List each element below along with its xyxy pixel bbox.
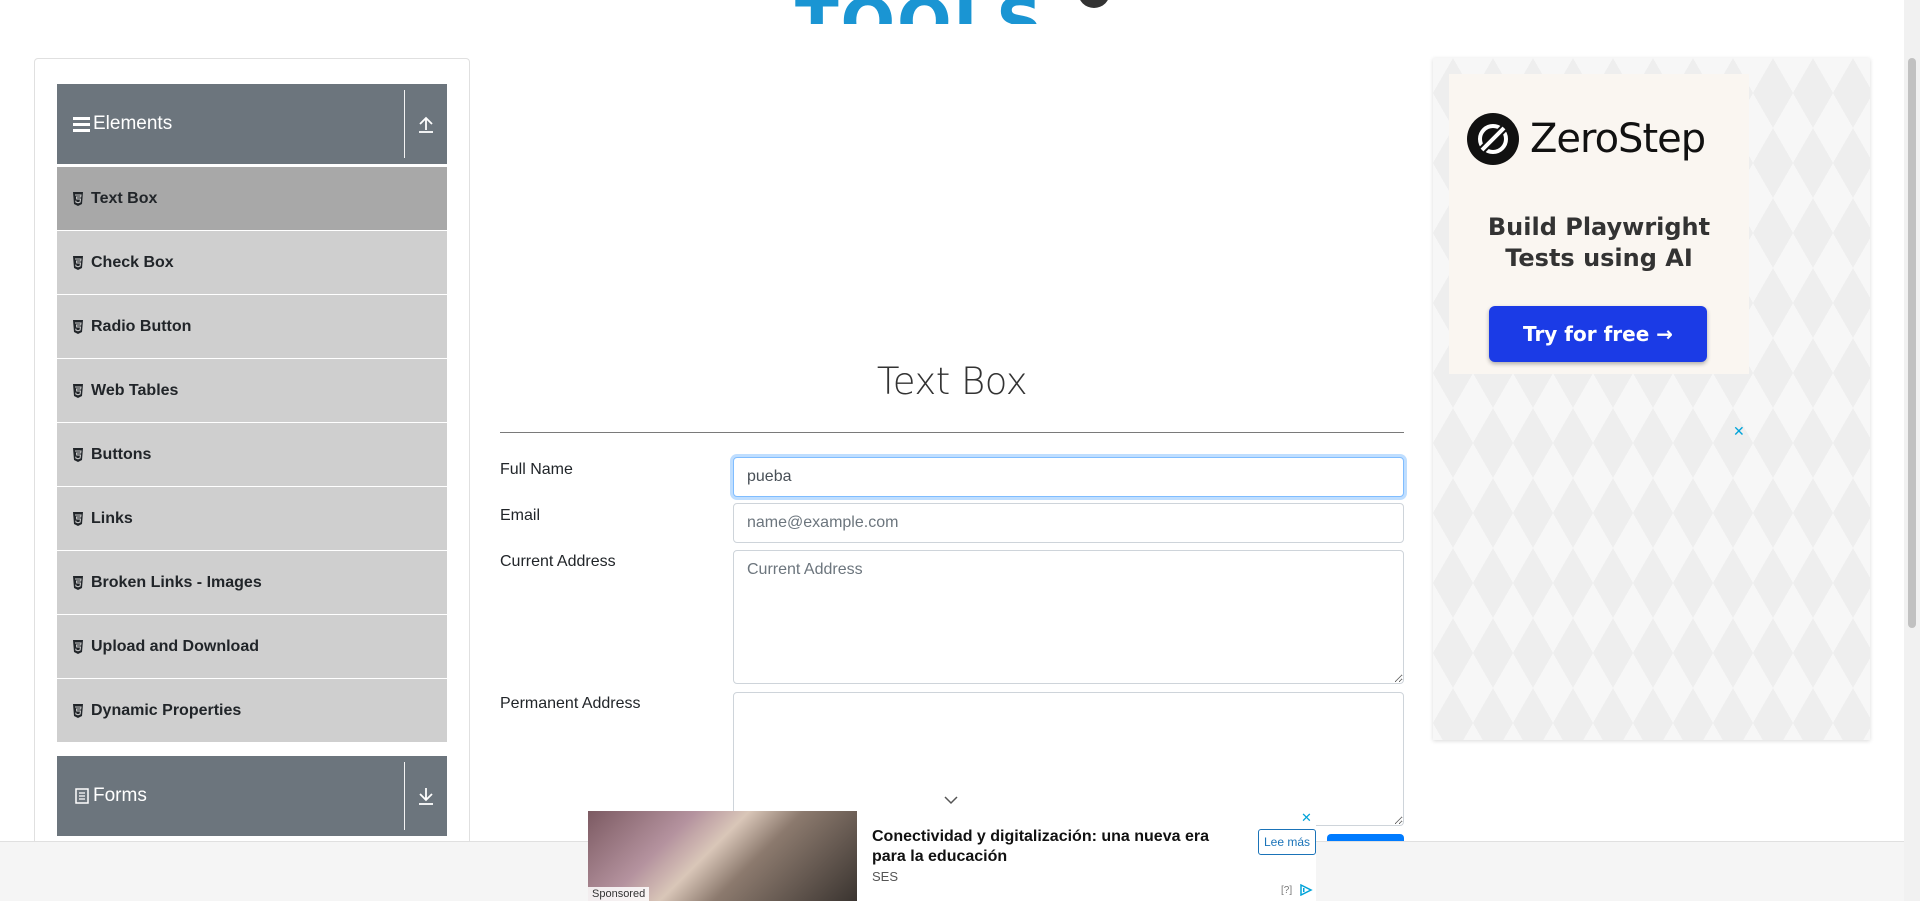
forms-group-title: Forms	[93, 785, 147, 806]
collapse-up-icon[interactable]	[415, 112, 437, 136]
scrollbar-thumb[interactable]	[1908, 58, 1916, 628]
forms-group-header[interactable]: Forms	[57, 756, 447, 836]
sidebar-item-label: Check Box	[91, 253, 174, 271]
html5-icon	[73, 383, 83, 398]
hamburger-icon	[73, 115, 91, 133]
title-divider	[500, 432, 1404, 433]
html5-icon	[73, 575, 83, 590]
header-divider	[404, 90, 405, 158]
sidebar-item-label: Text Box	[91, 189, 158, 207]
html5-icon	[73, 511, 83, 526]
sidebar-item-label: Links	[91, 509, 133, 527]
html5-icon	[73, 255, 83, 270]
ad-headline: Build Playwright Tests using AI	[1449, 212, 1749, 274]
sponsored-label: Sponsored	[588, 887, 650, 901]
lee-mas-button[interactable]: Lee más	[1258, 829, 1316, 855]
sidebar-item-label: Buttons	[91, 445, 152, 463]
sidebar-item-text-box[interactable]: Text Box	[57, 167, 447, 231]
html5-icon	[73, 703, 83, 718]
sidebar-item-links[interactable]: Links	[57, 487, 447, 551]
html5-icon	[73, 447, 83, 462]
logo-wordmark: TOOLS	[795, 0, 1044, 24]
ad-photo: Sponsored	[588, 811, 857, 901]
zerostep-ad-card[interactable]: ZeroStep Build Playwright Tests using AI…	[1449, 74, 1749, 374]
sidebar-item-radio-button[interactable]: Radio Button	[57, 295, 447, 359]
current-address-textarea[interactable]	[733, 550, 1404, 684]
permanent-address-textarea[interactable]	[733, 692, 1404, 826]
html5-icon	[73, 639, 83, 654]
sidebar-item-broken-links[interactable]: Broken Links - Images	[57, 551, 447, 615]
zerostep-brand: ZeroStep	[1530, 116, 1706, 162]
sidebar-item-web-tables[interactable]: Web Tables	[57, 359, 447, 423]
ad-headline-line2: Tests using AI	[1505, 244, 1693, 272]
sidebar-item-label: Dynamic Properties	[91, 701, 242, 719]
html5-icon	[73, 191, 83, 206]
elements-group-header[interactable]: Elements	[57, 84, 447, 164]
bottom-advertisement[interactable]: Sponsored Conectividad y digitalización:…	[588, 811, 1316, 901]
right-advertisement[interactable]: ZeroStep Build Playwright Tests using AI…	[1433, 58, 1870, 740]
email-input[interactable]	[733, 503, 1404, 543]
gear-wrench-icon	[1080, 0, 1109, 8]
sidebar-item-dynamic-properties[interactable]: Dynamic Properties	[57, 679, 447, 743]
left-panel: Elements Text Box Check Box Radio Button	[34, 58, 470, 901]
ad-close-icon[interactable]: ✕	[1733, 424, 1745, 440]
sidebar-item-label: Web Tables	[91, 381, 179, 399]
expand-down-icon[interactable]	[415, 784, 437, 808]
full-name-input[interactable]	[733, 457, 1404, 497]
page: TOOLS Elements Text Box	[0, 0, 1920, 901]
site-logo[interactable]: TOOLS	[795, 0, 1164, 24]
adchoices-icon[interactable]	[1299, 884, 1313, 896]
ad-headline-line1: Build Playwright	[1487, 213, 1711, 241]
elements-menu: Text Box Check Box Radio Button Web Tabl…	[57, 167, 447, 743]
email-label: Email	[500, 507, 541, 524]
document-icon	[73, 787, 91, 805]
html5-icon	[73, 319, 83, 334]
sidebar-item-label: Broken Links - Images	[91, 573, 262, 591]
chevron-down-icon[interactable]	[943, 795, 959, 805]
try-for-free-button[interactable]: Try for free →	[1489, 306, 1707, 362]
sidebar-item-check-box[interactable]: Check Box	[57, 231, 447, 295]
header-divider	[404, 762, 405, 830]
ad-info-link[interactable]: [?]	[1281, 885, 1292, 896]
bottom-ad-advertiser: SES	[872, 869, 899, 884]
elements-group-title: Elements	[93, 113, 173, 134]
sidebar-item-label: Upload and Download	[91, 637, 259, 655]
page-scrollbar[interactable]	[1904, 0, 1920, 901]
current-address-label: Current Address	[500, 553, 616, 570]
sidebar-item-buttons[interactable]: Buttons	[57, 423, 447, 487]
bottom-ad-title[interactable]: Conectividad y digitalización: una nueva…	[872, 827, 1232, 867]
zerostep-logo-icon	[1467, 113, 1519, 165]
sidebar-item-upload-download[interactable]: Upload and Download	[57, 615, 447, 679]
sidebar-item-label: Radio Button	[91, 317, 192, 335]
full-name-label: Full Name	[500, 461, 573, 478]
bottom-ad-close-icon[interactable]: ✕	[1301, 811, 1312, 826]
page-title: Text Box	[876, 360, 1028, 403]
zerostep-logo: ZeroStep	[1466, 112, 1706, 166]
permanent-address-label: Permanent Address	[500, 695, 641, 712]
